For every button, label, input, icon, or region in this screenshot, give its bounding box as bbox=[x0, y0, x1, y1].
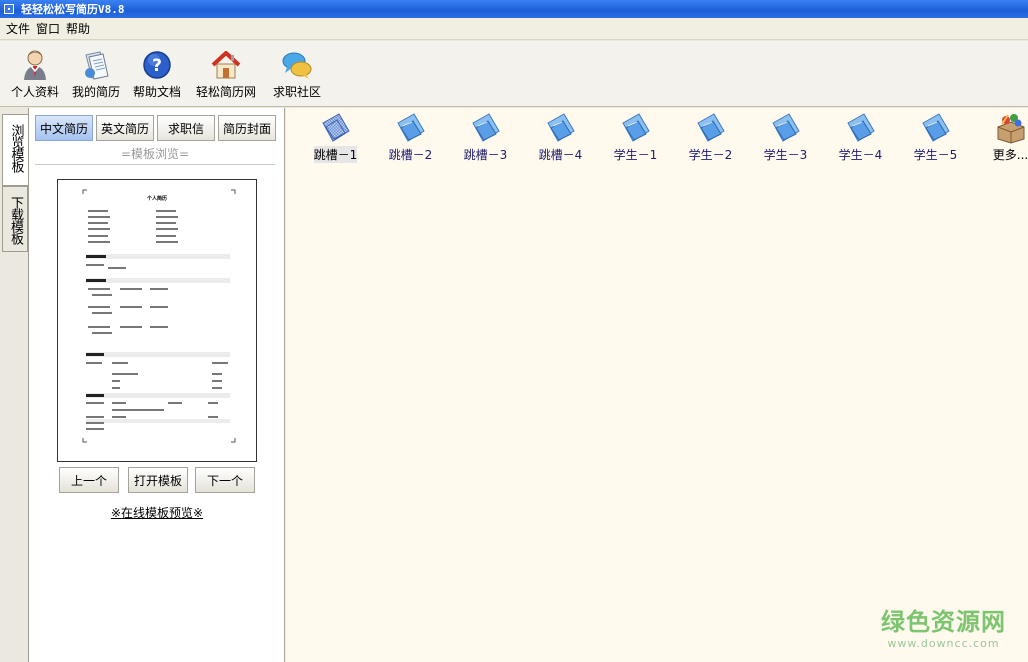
menu-file[interactable]: 文件 bbox=[3, 18, 33, 39]
watermark: 绿色资源网 www.downcc.com bbox=[881, 602, 1006, 650]
online-preview-link[interactable]: ※在线模板预览※ bbox=[29, 504, 285, 521]
personal-info-label: 个人资料 bbox=[10, 85, 59, 99]
template-preview-thumbnail: 个人简历 bbox=[82, 189, 236, 443]
folder-doc-icon bbox=[467, 110, 505, 146]
preview-heading: 个人简历 bbox=[146, 195, 167, 202]
template-browse-heading: =模板浏览= bbox=[35, 145, 275, 165]
job-community-label: 求职社区 bbox=[272, 85, 321, 99]
person-icon bbox=[19, 49, 51, 81]
watermark-title: 绿色资源网 bbox=[881, 608, 1006, 636]
folder-doc-icon bbox=[842, 110, 880, 146]
tab-browse-templates[interactable]: 浏览模板 bbox=[2, 114, 28, 186]
previous-template-button[interactable]: 上一个 bbox=[59, 467, 119, 493]
tab-browse-templates-label: 浏览模板 bbox=[8, 124, 24, 172]
template-category-tabs: 中文简历 英文简历 求职信 简历封面 bbox=[35, 115, 279, 141]
tab-english-resume[interactable]: 英文简历 bbox=[96, 115, 154, 141]
tab-download-templates-label: 下载模板 bbox=[8, 196, 23, 244]
template-label: 跳槽－2 bbox=[388, 148, 433, 162]
tab-chinese-resume[interactable]: 中文简历 bbox=[35, 115, 93, 141]
template-item[interactable]: 跳槽－3 bbox=[448, 110, 523, 163]
resume-website-label: 轻松简历网 bbox=[195, 85, 256, 99]
template-item[interactable]: 学生－4 bbox=[823, 110, 898, 163]
template-item[interactable]: 学生－5 bbox=[898, 110, 973, 163]
folder-doc-icon bbox=[917, 110, 955, 146]
my-resume-button[interactable]: 我的简历 bbox=[66, 41, 126, 101]
my-resume-label: 我的简历 bbox=[71, 85, 120, 99]
job-community-button[interactable]: 求职社区 bbox=[264, 41, 330, 101]
template-browser-panel: 中文简历 英文简历 求职信 简历封面 =模板浏览= 个人简历 上一个 打开模板 … bbox=[29, 108, 285, 662]
template-list-area: 跳槽－1 跳槽－2 跳槽－3 跳槽－4 学生－1 学生－2 学生－3 学生－4 … bbox=[286, 108, 1028, 662]
menu-window[interactable]: 窗口 bbox=[33, 18, 63, 39]
template-label: 学生－1 bbox=[613, 148, 658, 162]
chat-bubbles-icon bbox=[281, 49, 313, 81]
folder-doc-icon bbox=[767, 110, 805, 146]
template-item[interactable]: 学生－3 bbox=[748, 110, 823, 163]
template-label: 学生－3 bbox=[763, 148, 808, 162]
folder-doc-icon bbox=[617, 110, 655, 146]
folder-doc-icon bbox=[542, 110, 580, 146]
window-title: 轻轻松松写简历V8.8 bbox=[21, 3, 125, 16]
template-label: 跳槽－3 bbox=[463, 148, 508, 162]
tab-download-templates[interactable]: 下载模板 bbox=[2, 186, 28, 252]
template-label: 学生－2 bbox=[688, 148, 733, 162]
menu-help[interactable]: 帮助 bbox=[63, 18, 93, 39]
title-bar: 轻轻松松写简历V8.8 bbox=[0, 0, 1028, 18]
template-item[interactable]: 跳槽－4 bbox=[523, 110, 598, 163]
side-tab-strip: 浏览模板 下载模板 bbox=[0, 108, 29, 662]
toolbar: 个人资料 我的简历 ? 帮助文档 轻松简历网 求职社区 bbox=[0, 41, 1028, 107]
app-icon bbox=[4, 4, 14, 14]
more-templates-item[interactable]: 更多... bbox=[973, 110, 1028, 163]
resume-website-button[interactable]: 轻松简历网 bbox=[188, 41, 264, 101]
template-label: 学生－4 bbox=[838, 148, 883, 162]
document-icon bbox=[80, 49, 112, 81]
svg-text:?: ? bbox=[152, 56, 162, 76]
next-template-button[interactable]: 下一个 bbox=[195, 467, 255, 493]
home-icon bbox=[210, 49, 242, 81]
template-doc-icon bbox=[317, 110, 355, 146]
tab-cover-letter[interactable]: 求职信 bbox=[157, 115, 215, 141]
folder-doc-icon bbox=[392, 110, 430, 146]
template-label: 跳槽－1 bbox=[313, 146, 358, 163]
template-label: 学生－5 bbox=[913, 148, 958, 162]
help-docs-button[interactable]: ? 帮助文档 bbox=[126, 41, 188, 101]
template-item[interactable]: 跳槽－1 bbox=[298, 110, 373, 163]
menu-bar: 文件 窗口 帮助 bbox=[0, 18, 1028, 40]
folder-doc-icon bbox=[692, 110, 730, 146]
more-box-icon bbox=[992, 110, 1028, 146]
template-item[interactable]: 学生－1 bbox=[598, 110, 673, 163]
template-preview: 个人简历 bbox=[57, 179, 257, 462]
more-templates-label: 更多... bbox=[992, 148, 1028, 162]
open-template-button[interactable]: 打开模板 bbox=[128, 467, 188, 493]
template-label: 跳槽－4 bbox=[538, 148, 583, 162]
tab-resume-cover[interactable]: 简历封面 bbox=[218, 115, 276, 141]
template-item[interactable]: 跳槽－2 bbox=[373, 110, 448, 163]
template-icon-grid: 跳槽－1 跳槽－2 跳槽－3 跳槽－4 学生－1 学生－2 学生－3 学生－4 … bbox=[298, 110, 1028, 163]
help-icon: ? bbox=[141, 49, 173, 81]
help-docs-label: 帮助文档 bbox=[132, 85, 181, 99]
template-item[interactable]: 学生－2 bbox=[673, 110, 748, 163]
personal-info-button[interactable]: 个人资料 bbox=[4, 41, 66, 101]
watermark-url: www.downcc.com bbox=[887, 637, 1000, 650]
